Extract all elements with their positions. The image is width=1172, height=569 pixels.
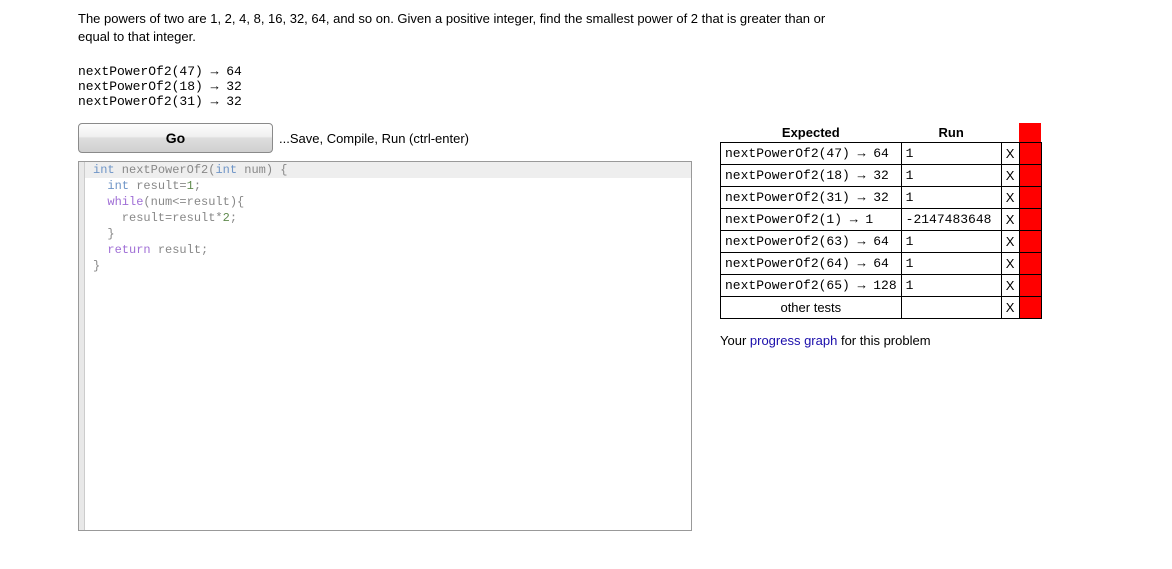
editor-line: int nextPowerOf2(int num) { — [79, 162, 691, 178]
result-status-bar — [1019, 253, 1041, 275]
result-mark: X — [1001, 231, 1019, 253]
result-mark: X — [1001, 165, 1019, 187]
table-row: nextPowerOf2(1) → 1-2147483648X — [721, 209, 1042, 231]
result-mark: X — [1001, 143, 1019, 165]
progress-graph-link[interactable]: progress graph — [750, 333, 837, 348]
result-mark: X — [1001, 253, 1019, 275]
run-cell: 1 — [901, 187, 1001, 209]
expected-cell: nextPowerOf2(47) → 64 — [721, 143, 902, 165]
editor-line: } — [79, 226, 691, 242]
expected-cell: nextPowerOf2(65) → 128 — [721, 275, 902, 297]
table-row: nextPowerOf2(64) → 641X — [721, 253, 1042, 275]
result-status-bar — [1019, 187, 1041, 209]
result-status-bar — [1019, 275, 1041, 297]
result-status-bar — [1019, 231, 1041, 253]
result-mark: X — [1001, 187, 1019, 209]
run-cell: 1 — [901, 275, 1001, 297]
expected-cell: nextPowerOf2(63) → 64 — [721, 231, 902, 253]
editor-line: } — [79, 258, 691, 274]
table-row: nextPowerOf2(63) → 641X — [721, 231, 1042, 253]
expected-cell: nextPowerOf2(31) → 32 — [721, 187, 902, 209]
expected-cell: nextPowerOf2(18) → 32 — [721, 165, 902, 187]
other-tests-label: other tests — [721, 297, 902, 319]
expected-cell: nextPowerOf2(1) → 1 — [721, 209, 902, 231]
run-cell: 1 — [901, 143, 1001, 165]
progress-text: Your progress graph for this problem — [720, 333, 1042, 348]
run-cell — [901, 297, 1001, 319]
table-row: nextPowerOf2(65) → 1281X — [721, 275, 1042, 297]
go-hint: ...Save, Compile, Run (ctrl-enter) — [279, 131, 469, 146]
header-run: Run — [901, 123, 1001, 143]
editor-line: return result; — [79, 242, 691, 258]
table-row: nextPowerOf2(18) → 321X — [721, 165, 1042, 187]
editor-line: while(num<=result){ — [79, 194, 691, 210]
run-cell: 1 — [901, 231, 1001, 253]
table-row-other: other tests X — [721, 297, 1042, 319]
header-expected: Expected — [721, 123, 902, 143]
run-cell: 1 — [901, 253, 1001, 275]
result-status-bar — [1019, 209, 1041, 231]
result-mark: X — [1001, 297, 1019, 319]
table-row: nextPowerOf2(47) → 641X — [721, 143, 1042, 165]
editor-line: result=result*2; — [79, 210, 691, 226]
results-table: Expected Run nextPowerOf2(47) → 641Xnext… — [720, 123, 1042, 319]
problem-examples: nextPowerOf2(47) → 64 nextPowerOf2(18) →… — [78, 64, 1172, 109]
editor-gutter — [79, 162, 85, 530]
expected-cell: nextPowerOf2(64) → 64 — [721, 253, 902, 275]
table-row: nextPowerOf2(31) → 321X — [721, 187, 1042, 209]
go-button[interactable]: Go — [78, 123, 273, 153]
problem-description: The powers of two are 1, 2, 4, 8, 16, 32… — [78, 10, 848, 46]
result-status-bar — [1019, 297, 1041, 319]
result-mark: X — [1001, 275, 1019, 297]
run-cell: -2147483648 — [901, 209, 1001, 231]
editor-line: int result=1; — [79, 178, 691, 194]
result-status-bar — [1019, 165, 1041, 187]
code-editor[interactable]: int nextPowerOf2(int num) { int result=1… — [78, 161, 692, 531]
result-status-bar — [1019, 143, 1041, 165]
run-cell: 1 — [901, 165, 1001, 187]
result-mark: X — [1001, 209, 1019, 231]
